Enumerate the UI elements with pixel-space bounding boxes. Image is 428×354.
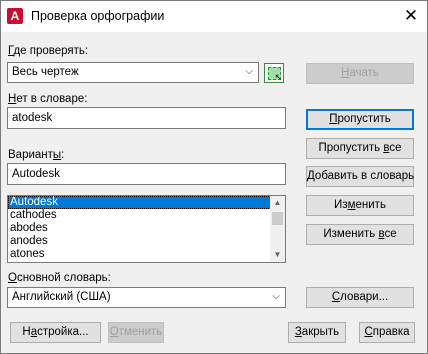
suggestion-field[interactable]: Autodesk: [7, 163, 286, 185]
scrollbar-thumb[interactable]: [272, 212, 283, 225]
add-to-dictionary-button[interactable]: Добавить в словарь: [306, 166, 414, 187]
where-to-check-label: Где проверять:: [8, 45, 89, 57]
list-item[interactable]: abodes: [8, 222, 285, 235]
close-icon[interactable]: ✕: [399, 4, 423, 28]
undo-button[interactable]: Отменить: [108, 322, 164, 343]
suggestions-label: Варианты:: [8, 149, 65, 161]
close-button[interactable]: Закрыть: [288, 322, 346, 343]
spell-check-dialog: A Проверка орфографии ✕ Где проверять: В…: [0, 0, 428, 354]
main-dictionary-value: Английский (США): [12, 291, 111, 303]
select-objects-button[interactable]: ↖: [264, 63, 284, 83]
autocad-app-icon: A: [7, 8, 23, 24]
change-all-button[interactable]: Изменить все: [306, 224, 414, 245]
list-item[interactable]: anodes: [8, 235, 285, 248]
ignore-all-button[interactable]: Пропустить все: [306, 138, 414, 159]
start-button[interactable]: Начать: [306, 63, 414, 84]
where-to-check-value: Весь чертеж: [12, 66, 79, 78]
main-dictionary-label: Основной словарь:: [8, 272, 111, 284]
suggestions-list[interactable]: Autodesk cathodes abodes anodes atones ▲…: [7, 195, 286, 263]
list-item[interactable]: Autodesk: [8, 196, 285, 209]
main-dictionary-combo[interactable]: Английский (США) ⌵: [7, 287, 286, 308]
suggestions-scrollbar[interactable]: ▲ ▼: [270, 196, 285, 262]
chevron-down-icon: ⌵: [245, 66, 253, 77]
dictionaries-button[interactable]: Словари...: [306, 287, 414, 308]
chevron-down-icon: ⌵: [272, 291, 280, 302]
change-button[interactable]: Изменить: [306, 195, 414, 216]
cursor-arrow-icon: ↖: [274, 72, 282, 82]
scroll-up-icon[interactable]: ▲: [270, 196, 285, 210]
list-item[interactable]: cathodes: [8, 209, 285, 222]
dialog-title: Проверка орфографии: [31, 9, 165, 23]
help-button[interactable]: Справка: [359, 322, 415, 343]
settings-button[interactable]: Настройка...: [10, 322, 101, 343]
not-in-dictionary-field[interactable]: atodesk: [7, 107, 286, 129]
where-to-check-combo[interactable]: Весь чертеж ⌵: [7, 62, 259, 83]
not-in-dictionary-label: Нет в словаре:: [8, 93, 88, 105]
title-bar: A Проверка орфографии ✕: [1, 1, 427, 32]
list-item[interactable]: atones: [8, 248, 285, 261]
ignore-button[interactable]: Пропустить: [306, 109, 414, 130]
scroll-down-icon[interactable]: ▼: [270, 248, 285, 262]
